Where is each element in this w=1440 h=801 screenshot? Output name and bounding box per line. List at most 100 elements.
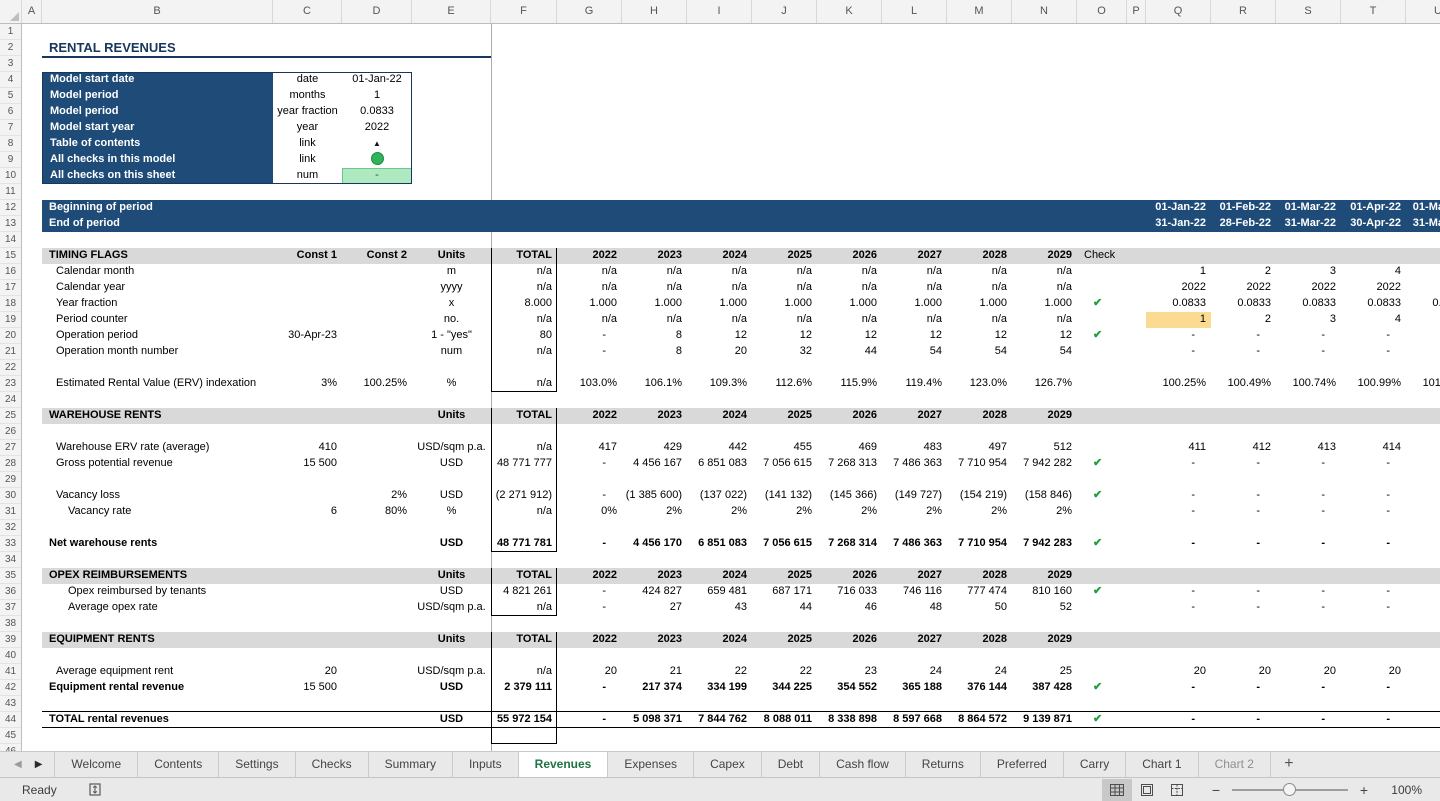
row-header-4[interactable]: 4 — [0, 72, 21, 88]
check-icon-O20[interactable]: ✔ — [1077, 328, 1127, 344]
row-header-38[interactable]: 38 — [0, 616, 21, 632]
cell-G25[interactable]: 2022 — [557, 408, 622, 424]
zoom-slider-thumb[interactable] — [1283, 782, 1296, 796]
cell-F23[interactable]: n/a — [491, 376, 557, 392]
cell-R37[interactable]: - — [1211, 600, 1276, 616]
cell-Q37[interactable]: - — [1146, 600, 1211, 616]
check-icon-O36[interactable]: ✔ — [1077, 584, 1127, 600]
cell-H37[interactable]: 27 — [622, 600, 687, 616]
row-header-46[interactable]: 46 — [0, 744, 21, 751]
cell-R21[interactable]: - — [1211, 344, 1276, 360]
cell-T33[interactable]: - — [1341, 536, 1406, 552]
cell-S36[interactable]: - — [1276, 584, 1341, 600]
cell-H39[interactable]: 2023 — [622, 632, 687, 648]
cell-T28[interactable]: - — [1341, 456, 1406, 472]
cell-N30[interactable]: (158 846) — [1012, 488, 1077, 504]
cell-I42[interactable]: 334 199 — [687, 680, 752, 696]
cell-K41[interactable]: 23 — [817, 664, 882, 680]
cell-K27[interactable]: 469 — [817, 440, 882, 456]
cell-C7[interactable]: year — [273, 120, 342, 136]
cell-I44[interactable]: 7 844 762 — [687, 712, 752, 728]
cell-D30[interactable]: 2% — [342, 488, 412, 504]
cell-C41[interactable]: 20 — [273, 664, 342, 680]
sheet-tab-cash-flow[interactable]: Cash flow — [820, 752, 906, 777]
cell-B25[interactable]: WAREHOUSE RENTS — [42, 408, 273, 424]
cell-K33[interactable]: 7 268 314 — [817, 536, 882, 552]
cell-M41[interactable]: 24 — [947, 664, 1012, 680]
cell-N19[interactable]: n/a — [1012, 312, 1077, 328]
cell-L36[interactable]: 746 116 — [882, 584, 947, 600]
cell-H41[interactable]: 21 — [622, 664, 687, 680]
row-header-21[interactable]: 21 — [0, 344, 21, 360]
cell-H17[interactable]: n/a — [622, 280, 687, 296]
column-header-R[interactable]: R — [1211, 0, 1276, 23]
cell-Q42[interactable]: - — [1146, 680, 1211, 696]
cell-M17[interactable]: n/a — [947, 280, 1012, 296]
cell-C15[interactable]: Const 1 — [273, 248, 342, 264]
check-icon-O30[interactable]: ✔ — [1077, 488, 1127, 504]
cell-G42[interactable]: - — [557, 680, 622, 696]
cell-H15[interactable]: 2023 — [622, 248, 687, 264]
cell-T27[interactable]: 414 — [1341, 440, 1406, 456]
cell-I18[interactable]: 1.000 — [687, 296, 752, 312]
row-header-6[interactable]: 6 — [0, 104, 21, 120]
cell-K17[interactable]: n/a — [817, 280, 882, 296]
cell-B2[interactable]: RENTAL REVENUES — [42, 40, 273, 56]
cell-C20[interactable]: 30-Apr-23 — [273, 328, 342, 344]
cell-D9[interactable] — [342, 152, 412, 168]
cell-B31[interactable]: Vacancy rate — [42, 504, 273, 520]
cell-G17[interactable]: n/a — [557, 280, 622, 296]
cell-Q23[interactable]: 100.25% — [1146, 376, 1211, 392]
cell-I19[interactable]: n/a — [687, 312, 752, 328]
cell-D4[interactable]: 01-Jan-22 — [342, 72, 412, 88]
cell-B41[interactable]: Average equipment rent — [42, 664, 273, 680]
cell-K23[interactable]: 115.9% — [817, 376, 882, 392]
cell-F33[interactable]: 48 771 781 — [491, 536, 557, 552]
cell-M28[interactable]: 7 710 954 — [947, 456, 1012, 472]
cell-T37[interactable]: - — [1341, 600, 1406, 616]
cell-E19[interactable]: no. — [412, 312, 491, 328]
row-header-19[interactable]: 19 — [0, 312, 21, 328]
row-header-11[interactable]: 11 — [0, 184, 21, 200]
cell-M44[interactable]: 8 864 572 — [947, 712, 1012, 728]
cell-N18[interactable]: 1.000 — [1012, 296, 1077, 312]
cell-C5[interactable]: months — [273, 88, 342, 104]
cell-R31[interactable]: - — [1211, 504, 1276, 520]
cell-C6[interactable]: year fraction — [273, 104, 342, 120]
cell-T41[interactable]: 20 — [1341, 664, 1406, 680]
row-header-23[interactable]: 23 — [0, 376, 21, 392]
cell-M35[interactable]: 2028 — [947, 568, 1012, 584]
cell-L28[interactable]: 7 486 363 — [882, 456, 947, 472]
cell-C28[interactable]: 15 500 — [273, 456, 342, 472]
cell-R41[interactable]: 20 — [1211, 664, 1276, 680]
check-icon-O18[interactable]: ✔ — [1077, 296, 1127, 312]
column-header-L[interactable]: L — [882, 0, 947, 23]
cell-G28[interactable]: - — [557, 456, 622, 472]
cell-I23[interactable]: 109.3% — [687, 376, 752, 392]
sheet-tab-settings[interactable]: Settings — [219, 752, 296, 777]
cell-G20[interactable]: - — [557, 328, 622, 344]
cell-F35[interactable]: TOTAL — [491, 568, 557, 584]
cell-S19[interactable]: 3 — [1276, 312, 1341, 328]
cell-E31[interactable]: % — [412, 504, 491, 520]
cell-E25[interactable]: Units — [412, 408, 491, 424]
sheet-tab-expenses[interactable]: Expenses — [608, 752, 695, 777]
cell-L44[interactable]: 8 597 668 — [882, 712, 947, 728]
cell-B36[interactable]: Opex reimbursed by tenants — [42, 584, 273, 600]
cell-N16[interactable]: n/a — [1012, 264, 1077, 280]
sheet-tab-welcome[interactable]: Welcome — [54, 752, 139, 777]
cell-N35[interactable]: 2029 — [1012, 568, 1077, 584]
cell-E33[interactable]: USD — [412, 536, 491, 552]
column-header-A[interactable]: A — [22, 0, 42, 23]
row-header-7[interactable]: 7 — [0, 120, 21, 136]
cell-C10[interactable]: num — [273, 168, 342, 184]
column-header-F[interactable]: F — [491, 0, 557, 23]
cell-E20[interactable]: 1 - "yes" — [412, 328, 491, 344]
page-break-view-button[interactable] — [1162, 779, 1192, 801]
cell-B15[interactable]: TIMING FLAGS — [42, 248, 273, 264]
cell-S33[interactable]: - — [1276, 536, 1341, 552]
cell-M30[interactable]: (154 219) — [947, 488, 1012, 504]
row-header-31[interactable]: 31 — [0, 504, 21, 520]
cell-C23[interactable]: 3% — [273, 376, 342, 392]
cell-B6[interactable]: Model period — [42, 104, 273, 120]
